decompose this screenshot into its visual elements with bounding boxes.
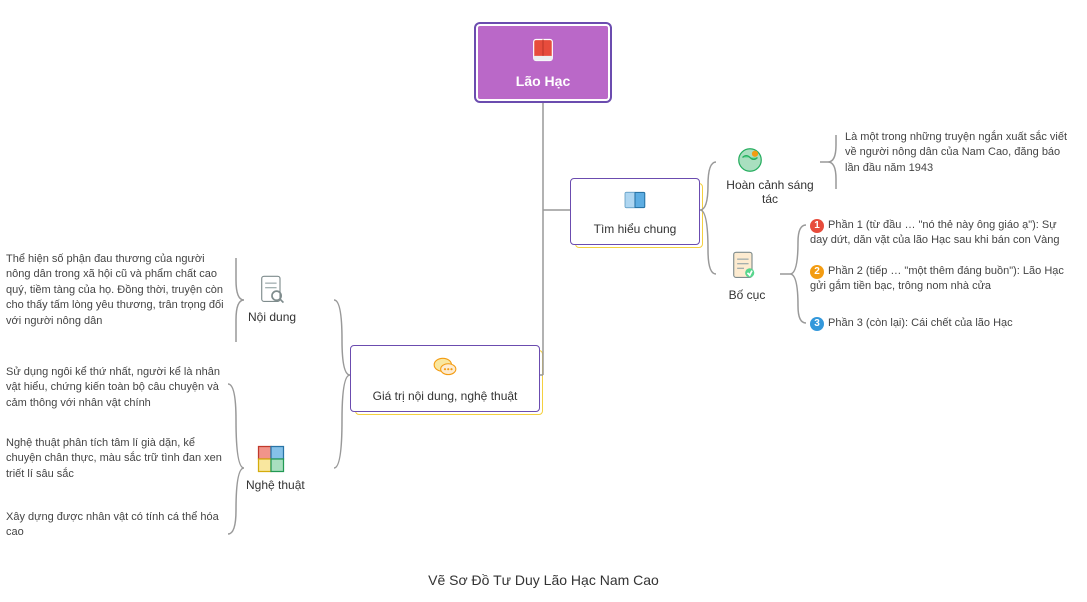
context-text: Là một trong những truyện ngắn xuất sắc …: [845, 130, 1075, 176]
puzzle-icon: [256, 444, 286, 479]
chat-icon: [431, 354, 459, 383]
globe-icon: [735, 145, 765, 180]
layout-part-1: 1Phần 1 (từ đầu … "nó thẻ này ông giáo ạ…: [810, 218, 1070, 249]
art-point-1: Sử dụng ngôi kể thứ nhất, người kể là nh…: [6, 365, 226, 411]
badge-3: 3: [810, 317, 824, 331]
general-title: Tìm hiểu chung: [594, 222, 677, 236]
root-node: Lão Hạc: [476, 24, 610, 101]
context-label: Hoàn cảnh sáng tác: [720, 178, 820, 206]
document-search-icon: [258, 274, 286, 311]
layout-part-2: 2Phần 2 (tiếp … "một thêm đáng buồn"): L…: [810, 264, 1070, 295]
layout-label: Bố cục: [722, 288, 772, 302]
value-node: Giá trị nội dung, nghệ thuật: [350, 345, 540, 412]
content-label: Nội dung: [248, 310, 296, 324]
badge-1: 1: [810, 219, 824, 233]
general-node: Tìm hiểu chung: [570, 178, 700, 245]
open-book-icon: [622, 187, 648, 216]
value-title: Giá trị nội dung, nghệ thuật: [373, 389, 518, 403]
caption: Vẽ Sơ Đồ Tư Duy Lão Hạc Nam Cao: [0, 572, 1087, 588]
content-text: Thể hiện số phận đau thương của người nô…: [6, 252, 226, 329]
art-label: Nghệ thuật: [246, 478, 305, 492]
art-point-2: Nghệ thuật phân tích tâm lí già dặn, kể …: [6, 436, 226, 482]
book-icon: [529, 36, 557, 67]
layout-part-3: 3Phần 3 (còn lại): Cái chết của lão Hạc: [810, 316, 1070, 331]
art-point-3: Xây dựng được nhân vật có tính cá thể hó…: [6, 510, 226, 541]
badge-2: 2: [810, 265, 824, 279]
root-title: Lão Hạc: [516, 73, 570, 89]
document-check-icon: [730, 250, 758, 287]
